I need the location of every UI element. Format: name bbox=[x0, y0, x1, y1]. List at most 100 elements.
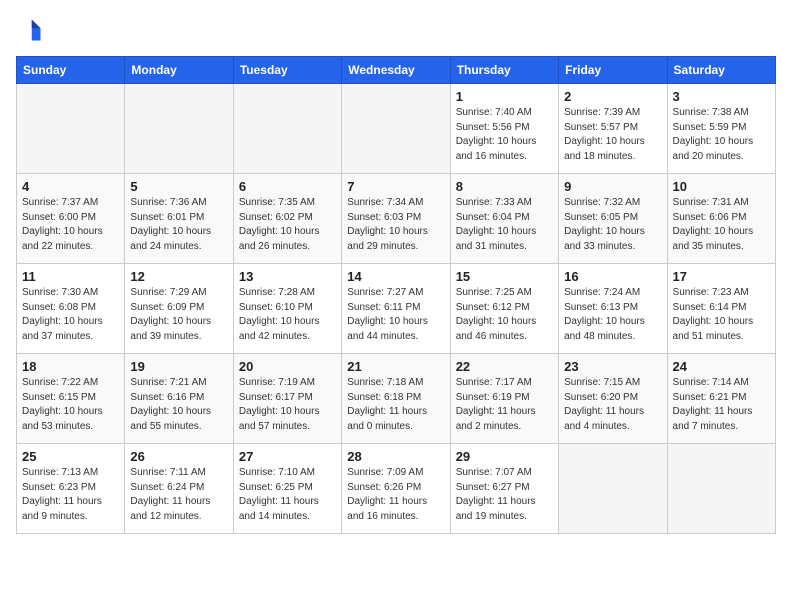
day-info: Sunrise: 7:10 AM Sunset: 6:25 PM Dayligh… bbox=[239, 466, 336, 524]
day-number: 7 bbox=[347, 179, 444, 194]
day-info: Sunrise: 7:30 AM Sunset: 6:08 PM Dayligh… bbox=[22, 286, 119, 344]
day-number: 2 bbox=[564, 89, 661, 104]
day-number: 8 bbox=[456, 179, 553, 194]
calendar-cell: 6Sunrise: 7:35 AM Sunset: 6:02 PM Daylig… bbox=[233, 174, 341, 264]
calendar-cell: 17 Sunrise: 7:23 AM Sunset: 6:14 PM Dayli… bbox=[667, 264, 775, 354]
day-info: Sunrise: 7:28 AM Sunset: 6:10 PM Dayligh… bbox=[239, 286, 336, 344]
day-number: 16 bbox=[564, 269, 661, 284]
day-info: Sunrise: 7:19 AM Sunset: 6:17 PM Dayligh… bbox=[239, 376, 336, 434]
day-info: Sunrise: 7:29 AM Sunset: 6:09 PM Dayligh… bbox=[130, 286, 227, 344]
day-info: Sunrise: 7:36 AM Sunset: 6:01 PM Dayligh… bbox=[130, 196, 227, 254]
calendar-week-row: 18 Sunrise: 7:22 AM Sunset: 6:15 PM Dayli… bbox=[17, 354, 776, 444]
calendar-cell bbox=[233, 84, 341, 174]
weekday-header-monday: Monday bbox=[125, 57, 233, 84]
calendar-cell: 27Sunrise: 7:10 AM Sunset: 6:25 PM Dayli… bbox=[233, 444, 341, 534]
day-number: 15 bbox=[456, 269, 553, 284]
calendar-cell: 4Sunrise: 7:37 AM Sunset: 6:00 PM Daylig… bbox=[17, 174, 125, 264]
day-number: 10 bbox=[673, 179, 770, 194]
calendar-body: 1 Sunrise: 7:40 AM Sunset: 5:56 PM Daylig… bbox=[17, 84, 776, 534]
day-number: 19 bbox=[130, 359, 227, 374]
calendar-cell: 5 Sunrise: 7:36 AM Sunset: 6:01 PM Daylig… bbox=[125, 174, 233, 264]
calendar-cell bbox=[667, 444, 775, 534]
day-info: Sunrise: 7:38 AM Sunset: 5:59 PM Dayligh… bbox=[673, 106, 770, 164]
day-info: Sunrise: 7:32 AM Sunset: 6:05 PM Dayligh… bbox=[564, 196, 661, 254]
calendar-cell: 16 Sunrise: 7:24 AM Sunset: 6:13 PM Dayli… bbox=[559, 264, 667, 354]
calendar-cell: 28 Sunrise: 7:09 AM Sunset: 6:26 PM Dayli… bbox=[342, 444, 450, 534]
day-number: 28 bbox=[347, 449, 444, 464]
day-info: Sunrise: 7:23 AM Sunset: 6:14 PM Dayligh… bbox=[673, 286, 770, 344]
day-number: 1 bbox=[456, 89, 553, 104]
day-number: 24 bbox=[673, 359, 770, 374]
calendar-cell: 23Sunrise: 7:15 AM Sunset: 6:20 PM Dayli… bbox=[559, 354, 667, 444]
day-number: 20 bbox=[239, 359, 336, 374]
calendar-cell: 25 Sunrise: 7:13 AM Sunset: 6:23 PM Dayli… bbox=[17, 444, 125, 534]
calendar-cell: 11 Sunrise: 7:30 AM Sunset: 6:08 PM Dayli… bbox=[17, 264, 125, 354]
calendar-cell: 22Sunrise: 7:17 AM Sunset: 6:19 PM Dayli… bbox=[450, 354, 558, 444]
day-info: Sunrise: 7:25 AM Sunset: 6:12 PM Dayligh… bbox=[456, 286, 553, 344]
day-info: Sunrise: 7:21 AM Sunset: 6:16 PM Dayligh… bbox=[130, 376, 227, 434]
calendar-cell: 8 Sunrise: 7:33 AM Sunset: 6:04 PM Daylig… bbox=[450, 174, 558, 264]
calendar-table: SundayMondayTuesdayWednesdayThursdayFrid… bbox=[16, 56, 776, 534]
calendar-cell: 9 Sunrise: 7:32 AM Sunset: 6:05 PM Daylig… bbox=[559, 174, 667, 264]
day-info: Sunrise: 7:14 AM Sunset: 6:21 PM Dayligh… bbox=[673, 376, 770, 434]
calendar-week-row: 11 Sunrise: 7:30 AM Sunset: 6:08 PM Dayli… bbox=[17, 264, 776, 354]
day-info: Sunrise: 7:34 AM Sunset: 6:03 PM Dayligh… bbox=[347, 196, 444, 254]
day-info: Sunrise: 7:39 AM Sunset: 5:57 PM Dayligh… bbox=[564, 106, 661, 164]
day-info: Sunrise: 7:31 AM Sunset: 6:06 PM Dayligh… bbox=[673, 196, 770, 254]
day-info: Sunrise: 7:24 AM Sunset: 6:13 PM Dayligh… bbox=[564, 286, 661, 344]
calendar-cell: 14 Sunrise: 7:27 AM Sunset: 6:11 PM Dayli… bbox=[342, 264, 450, 354]
day-number: 29 bbox=[456, 449, 553, 464]
day-info: Sunrise: 7:27 AM Sunset: 6:11 PM Dayligh… bbox=[347, 286, 444, 344]
day-number: 25 bbox=[22, 449, 119, 464]
day-info: Sunrise: 7:35 AM Sunset: 6:02 PM Dayligh… bbox=[239, 196, 336, 254]
weekday-header-friday: Friday bbox=[559, 57, 667, 84]
day-number: 14 bbox=[347, 269, 444, 284]
calendar-cell: 29Sunrise: 7:07 AM Sunset: 6:27 PM Dayli… bbox=[450, 444, 558, 534]
calendar-cell bbox=[17, 84, 125, 174]
logo bbox=[16, 16, 48, 44]
day-number: 11 bbox=[22, 269, 119, 284]
weekday-header-row: SundayMondayTuesdayWednesdayThursdayFrid… bbox=[17, 57, 776, 84]
day-number: 21 bbox=[347, 359, 444, 374]
calendar-cell: 18 Sunrise: 7:22 AM Sunset: 6:15 PM Dayli… bbox=[17, 354, 125, 444]
calendar-cell bbox=[125, 84, 233, 174]
day-info: Sunrise: 7:18 AM Sunset: 6:18 PM Dayligh… bbox=[347, 376, 444, 434]
day-info: Sunrise: 7:22 AM Sunset: 6:15 PM Dayligh… bbox=[22, 376, 119, 434]
calendar-cell: 12 Sunrise: 7:29 AM Sunset: 6:09 PM Dayli… bbox=[125, 264, 233, 354]
day-number: 3 bbox=[673, 89, 770, 104]
weekday-header-saturday: Saturday bbox=[667, 57, 775, 84]
logo-icon bbox=[16, 16, 44, 44]
day-number: 17 bbox=[673, 269, 770, 284]
weekday-header-wednesday: Wednesday bbox=[342, 57, 450, 84]
calendar-cell: 1 Sunrise: 7:40 AM Sunset: 5:56 PM Daylig… bbox=[450, 84, 558, 174]
calendar-cell: 10 Sunrise: 7:31 AM Sunset: 6:06 PM Dayli… bbox=[667, 174, 775, 264]
day-info: Sunrise: 7:09 AM Sunset: 6:26 PM Dayligh… bbox=[347, 466, 444, 524]
day-number: 12 bbox=[130, 269, 227, 284]
day-number: 13 bbox=[239, 269, 336, 284]
calendar-cell: 21 Sunrise: 7:18 AM Sunset: 6:18 PM Dayli… bbox=[342, 354, 450, 444]
weekday-header-sunday: Sunday bbox=[17, 57, 125, 84]
day-number: 5 bbox=[130, 179, 227, 194]
day-info: Sunrise: 7:40 AM Sunset: 5:56 PM Dayligh… bbox=[456, 106, 553, 164]
day-info: Sunrise: 7:33 AM Sunset: 6:04 PM Dayligh… bbox=[456, 196, 553, 254]
calendar-cell: 24 Sunrise: 7:14 AM Sunset: 6:21 PM Dayli… bbox=[667, 354, 775, 444]
day-number: 9 bbox=[564, 179, 661, 194]
calendar-cell: 7 Sunrise: 7:34 AM Sunset: 6:03 PM Daylig… bbox=[342, 174, 450, 264]
calendar-cell bbox=[559, 444, 667, 534]
day-number: 22 bbox=[456, 359, 553, 374]
calendar-header: SundayMondayTuesdayWednesdayThursdayFrid… bbox=[17, 57, 776, 84]
day-number: 18 bbox=[22, 359, 119, 374]
calendar-week-row: 1 Sunrise: 7:40 AM Sunset: 5:56 PM Daylig… bbox=[17, 84, 776, 174]
calendar-week-row: 25 Sunrise: 7:13 AM Sunset: 6:23 PM Dayli… bbox=[17, 444, 776, 534]
calendar-week-row: 4Sunrise: 7:37 AM Sunset: 6:00 PM Daylig… bbox=[17, 174, 776, 264]
day-info: Sunrise: 7:13 AM Sunset: 6:23 PM Dayligh… bbox=[22, 466, 119, 524]
weekday-header-thursday: Thursday bbox=[450, 57, 558, 84]
calendar-cell: 13 Sunrise: 7:28 AM Sunset: 6:10 PM Dayli… bbox=[233, 264, 341, 354]
weekday-header-tuesday: Tuesday bbox=[233, 57, 341, 84]
day-number: 23 bbox=[564, 359, 661, 374]
page-header bbox=[16, 16, 776, 44]
calendar-cell: 19 Sunrise: 7:21 AM Sunset: 6:16 PM Dayli… bbox=[125, 354, 233, 444]
day-info: Sunrise: 7:37 AM Sunset: 6:00 PM Dayligh… bbox=[22, 196, 119, 254]
calendar-cell: 3 Sunrise: 7:38 AM Sunset: 5:59 PM Daylig… bbox=[667, 84, 775, 174]
calendar-cell bbox=[342, 84, 450, 174]
